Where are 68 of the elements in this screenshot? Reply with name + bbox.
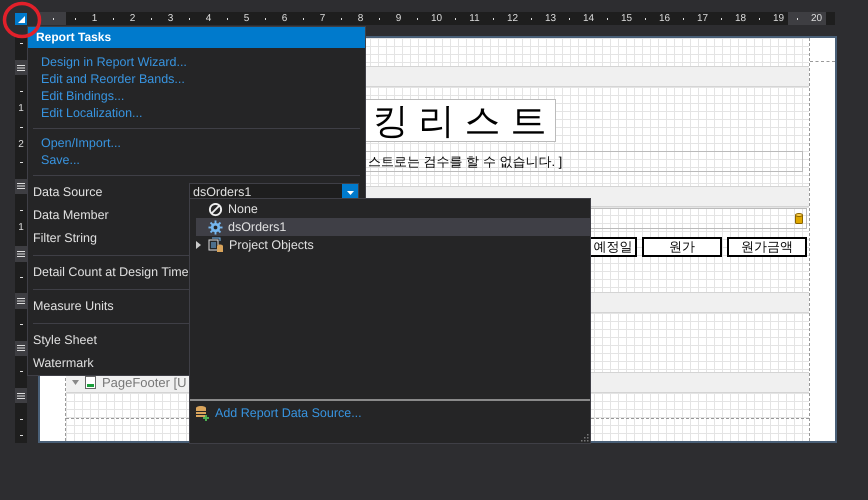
task-link[interactable]: Edit and Reorder Bands... xyxy=(41,71,185,88)
property-label: Data Member xyxy=(33,207,110,224)
ruler-number: 8 xyxy=(356,12,364,25)
ruler-number: 20 xyxy=(810,12,824,25)
add-data-source-link[interactable]: Add Report Data Source... xyxy=(215,405,362,421)
ruler-tick xyxy=(20,276,22,278)
ruler-number: 4 xyxy=(204,12,212,25)
smart-tag-button[interactable] xyxy=(15,12,27,24)
resize-grip-icon[interactable] xyxy=(581,434,589,442)
band-handle-icon[interactable] xyxy=(17,250,25,257)
property-label: Watermark xyxy=(33,355,95,372)
task-link[interactable]: Edit Bindings... xyxy=(41,88,124,105)
property-label: Data Source xyxy=(33,184,104,202)
ruler-number: 6 xyxy=(280,12,288,25)
add-database-icon xyxy=(195,405,210,421)
ruler-number: 15 xyxy=(620,12,634,25)
band-handle-icon[interactable] xyxy=(17,298,25,304)
ruler-number: 9 xyxy=(394,12,402,25)
database-icon xyxy=(795,213,803,224)
dropdown-arrow-icon[interactable] xyxy=(346,190,354,194)
triangle-icon xyxy=(18,16,25,22)
ruler-number: 7 xyxy=(318,12,326,25)
report-subtitle: 스트로는 검수를 할 수 없습니다. ] xyxy=(363,151,803,172)
ruler-number: 18 xyxy=(734,12,748,25)
task-link[interactable]: Open/Import... xyxy=(41,135,121,152)
ruler-number: 1 xyxy=(17,102,25,116)
band-handle-icon[interactable] xyxy=(17,345,25,352)
ruler-number: 11 xyxy=(468,12,481,25)
ruler-number: 17 xyxy=(696,12,710,25)
list-item[interactable]: None xyxy=(196,200,590,218)
ruler-number: 13 xyxy=(544,12,558,25)
ruler-number: 16 xyxy=(658,12,672,25)
ruler-number: 2 xyxy=(17,138,25,152)
band-handle-icon[interactable] xyxy=(17,183,25,190)
ruler-tick xyxy=(20,324,22,326)
list-item[interactable]: Project Objects xyxy=(196,236,590,254)
ruler-number: 5 xyxy=(242,12,250,25)
property-label: Measure Units xyxy=(33,298,115,316)
column-header: 원가 xyxy=(642,237,722,257)
ruler-number: 1 xyxy=(17,221,25,236)
ruler-number: 14 xyxy=(582,12,596,25)
ruler-number: 10 xyxy=(430,12,444,25)
band-handle-icon[interactable] xyxy=(17,64,25,71)
list-item[interactable]: dsOrders1 xyxy=(196,218,590,236)
ruler-number: 2 xyxy=(128,12,136,25)
property-label: Style Sheet xyxy=(33,332,98,350)
panel-title: Report Tasks xyxy=(28,27,365,48)
expand-arrow-icon[interactable] xyxy=(196,241,201,249)
ruler-tick xyxy=(20,418,22,420)
document-database-icon xyxy=(208,237,224,253)
ruler-number: 3 xyxy=(166,12,174,25)
band-handle-icon[interactable] xyxy=(17,392,25,399)
ruler-number: 12 xyxy=(506,12,520,25)
no-entry-icon xyxy=(208,202,223,216)
column-header: 예정일 xyxy=(589,237,637,257)
caret-icon xyxy=(72,380,79,385)
task-link[interactable]: Save... xyxy=(41,152,80,169)
task-link[interactable]: Edit Localization... xyxy=(41,105,142,122)
property-label: Detail Count at Design Time xyxy=(33,264,189,282)
ruler-number: 19 xyxy=(772,12,786,25)
band-name: PageFooter [U xyxy=(102,374,187,392)
band-icon xyxy=(85,376,96,389)
gear-icon xyxy=(208,220,223,234)
column-header: 원가금액 xyxy=(727,237,807,257)
task-link[interactable]: Design in Report Wizard... xyxy=(41,54,187,71)
report-title: 킹 리 스 트 xyxy=(363,99,556,142)
ruler-number: 1 xyxy=(90,12,98,25)
property-label: Filter String xyxy=(33,230,98,248)
